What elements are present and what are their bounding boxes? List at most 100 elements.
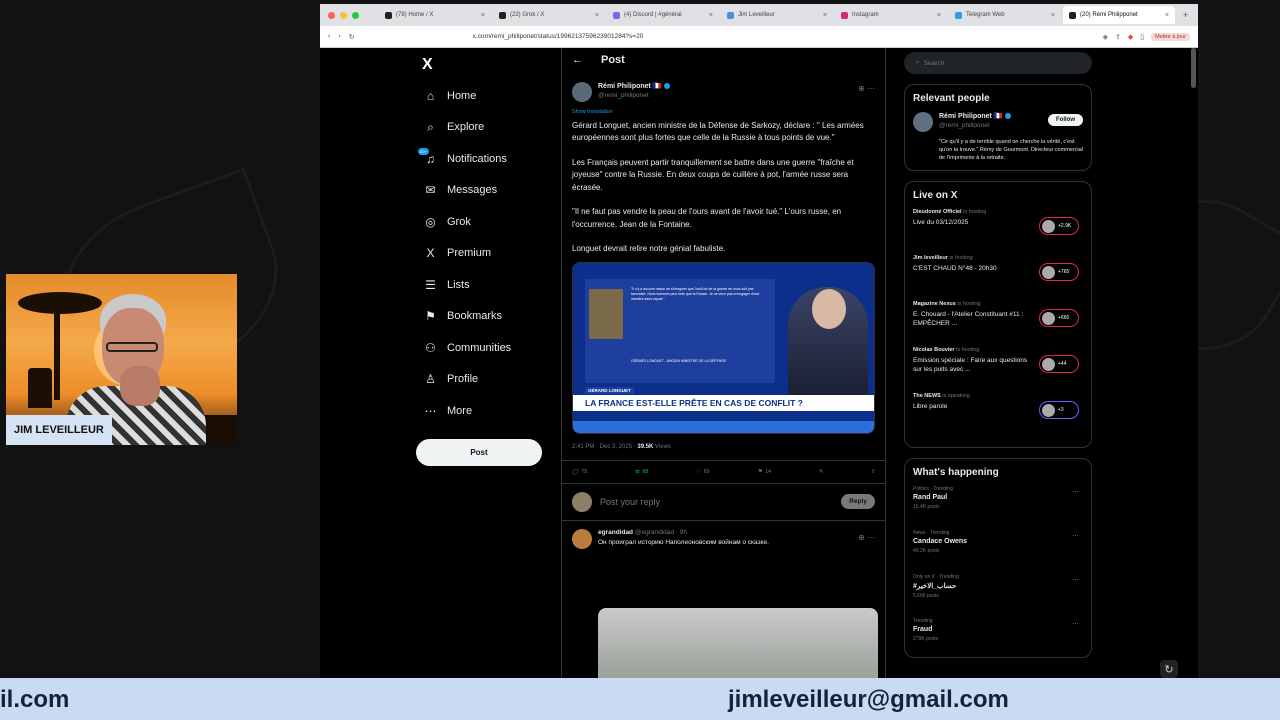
- brave-shield-icon[interactable]: ◆: [1128, 33, 1133, 41]
- speaker-tag: GÉRARD LONGUET: [585, 386, 634, 394]
- person-name[interactable]: Rémi Philiponet 🇫🇷: [939, 112, 1011, 120]
- sidebar-icon[interactable]: ▯: [1140, 33, 1144, 41]
- trend-item[interactable]: News · Trending Candace Owens 40.2K post…: [913, 530, 1083, 574]
- update-button[interactable]: Mettre à jour: [1151, 32, 1190, 41]
- search-input[interactable]: ⌕ Search: [904, 52, 1092, 74]
- extension-icon[interactable]: ◈: [1103, 33, 1108, 41]
- post-video[interactable]: "Il n'y a aucune raison de s'imaginer qu…: [572, 261, 875, 434]
- live-space-item[interactable]: The NEWS is speaking Libre parole +3: [913, 393, 1083, 439]
- grok-icon: ✎: [818, 468, 824, 475]
- close-tab-icon[interactable]: ×: [1051, 12, 1055, 19]
- x-logo[interactable]: X: [422, 56, 556, 74]
- card-title: Relevant people: [913, 93, 990, 104]
- live-space-item[interactable]: Magazine Nexus is hosting E. Chouard - l…: [913, 301, 1083, 347]
- close-tab-icon[interactable]: ×: [709, 12, 713, 19]
- browser-tab[interactable]: (4) Discord | #général ×: [607, 6, 719, 24]
- nav-item-premium[interactable]: X Premium: [416, 238, 556, 270]
- listener-avatar: [1042, 265, 1055, 279]
- more-options-icon[interactable]: ⋯: [1072, 488, 1079, 496]
- close-tab-icon[interactable]: ×: [1165, 12, 1169, 19]
- browser-tab[interactable]: (22) Grok / X ×: [493, 6, 605, 24]
- browser-tab[interactable]: (78) Home / X ×: [379, 6, 491, 24]
- more-options-icon[interactable]: ⊕ ⋯: [858, 84, 875, 93]
- window-controls[interactable]: [328, 11, 359, 19]
- avatar[interactable]: [572, 82, 592, 102]
- avatar[interactable]: [913, 112, 933, 132]
- grok-action[interactable]: ✎: [818, 469, 823, 475]
- show-translation-link[interactable]: Show translation: [572, 106, 875, 119]
- reply-button[interactable]: Reply: [841, 494, 875, 509]
- relevant-people-card: Relevant people Rémi Philiponet 🇫🇷 @remi…: [904, 84, 1092, 171]
- messages-icon: ✉: [425, 183, 436, 198]
- reply-action[interactable]: ◯ 75: [572, 469, 587, 475]
- browser-tab[interactable]: (20) Rémi Philipponet ×: [1063, 6, 1175, 24]
- lists-icon: ☰: [425, 277, 436, 292]
- share-icon[interactable]: ⇪: [1115, 33, 1121, 41]
- post-actions: ◯ 75 ⇆ 98 ♡ 69 ⚑ 14 ✎ ⇧: [562, 459, 885, 484]
- person-handle[interactable]: @remi_philiponet: [939, 122, 1011, 129]
- listener-pill[interactable]: +44: [1039, 355, 1079, 373]
- live-host: The NEWS: [913, 393, 941, 399]
- nav-item-lists[interactable]: ☰ Lists: [416, 269, 556, 301]
- reply-author[interactable]: egrandidad: [598, 529, 633, 536]
- reply-post[interactable]: egrandidad @egrandidad · 9h Он проиграл …: [562, 521, 885, 549]
- browser-tab[interactable]: Jim Leveilleur ×: [721, 6, 833, 24]
- live-space-item[interactable]: Dieudonné Officiel is hosting Live du 03…: [913, 209, 1083, 255]
- repost-action[interactable]: ⇆ 98: [635, 469, 649, 475]
- more-options-icon[interactable]: ⋯: [1072, 576, 1079, 584]
- forward-icon[interactable]: ›: [338, 33, 340, 40]
- browser-tab[interactable]: Instagram ×: [835, 6, 947, 24]
- close-tab-icon[interactable]: ×: [823, 12, 827, 19]
- trend-item[interactable]: Trending Fraud 279K posts ⋯: [913, 618, 1083, 657]
- nav-item-more[interactable]: ⋯ More: [416, 395, 556, 427]
- listener-pill[interactable]: +660: [1039, 309, 1079, 327]
- tab-favicon-icon: [499, 11, 506, 19]
- author-handle[interactable]: @remi_philiponet: [598, 92, 670, 99]
- reload-icon[interactable]: ↻: [349, 33, 355, 41]
- nav-item-notifications[interactable]: ♫ 20+ Notifications: [416, 143, 556, 175]
- new-tab-button[interactable]: +: [1183, 10, 1188, 20]
- follow-button[interactable]: Follow: [1048, 114, 1083, 126]
- avatar[interactable]: [572, 528, 592, 549]
- nav-item-profile[interactable]: ♙ Profile: [416, 364, 556, 396]
- scrollbar[interactable]: [1191, 48, 1196, 88]
- nav-item-messages[interactable]: ✉ Messages: [416, 175, 556, 207]
- back-icon[interactable]: ‹: [328, 33, 330, 40]
- reply-image[interactable]: [598, 608, 878, 678]
- trend-count: 279K posts: [913, 636, 939, 642]
- post-button[interactable]: Post: [416, 439, 542, 466]
- live-space-item[interactable]: Nicolas Bouvier is hosting Emission spéc…: [913, 347, 1083, 393]
- nav-item-home[interactable]: ⌂ Home: [416, 80, 556, 112]
- close-tab-icon[interactable]: ×: [937, 12, 941, 19]
- nav-item-grok[interactable]: ◎ Grok: [416, 206, 556, 238]
- nav-item-bookmarks[interactable]: ⚑ Bookmarks: [416, 301, 556, 333]
- url-field[interactable]: x.com/remi_philiponet/status/19962137596…: [473, 33, 644, 40]
- trend-item[interactable]: Politics · Trending Rand Paul 15.4K post…: [913, 486, 1083, 530]
- right-sidebar: ⌕ Search Relevant people Rémi Philiponet …: [904, 48, 1092, 668]
- post-body: Show translation Gérard Longuet, ancien …: [562, 102, 885, 256]
- more-options-icon[interactable]: ⊕ ⋯: [858, 533, 875, 542]
- browser-tab[interactable]: Telegram Web ×: [949, 6, 1061, 24]
- refresh-icon[interactable]: ↻: [1160, 660, 1178, 678]
- nav-label: Bookmarks: [447, 310, 503, 323]
- listener-pill[interactable]: +765: [1039, 263, 1079, 281]
- listener-pill[interactable]: +2.9K: [1039, 217, 1079, 235]
- post-paragraph: Longuet devrait relire notre génial fabu…: [572, 244, 726, 253]
- back-arrow-icon[interactable]: ←: [572, 54, 583, 66]
- trend-item[interactable]: Only on X · Trending #حساب_الاخير 5,666 …: [913, 574, 1083, 618]
- like-action[interactable]: ♡ 69: [696, 469, 710, 475]
- reply-text: Он проиграл историю Наполеоновским война…: [598, 538, 769, 546]
- close-tab-icon[interactable]: ×: [595, 12, 599, 19]
- reply-input[interactable]: Post your reply: [600, 497, 660, 507]
- more-options-icon[interactable]: ⋯: [1072, 532, 1079, 540]
- nav-item-communities[interactable]: ⚇ Communities: [416, 332, 556, 364]
- author-name[interactable]: Rémi Philiponet 🇫🇷: [598, 82, 670, 90]
- close-tab-icon[interactable]: ×: [481, 12, 485, 19]
- bookmark-action[interactable]: ⚑ 14: [757, 469, 771, 475]
- share-action[interactable]: ⇧: [870, 469, 875, 475]
- nav-item-explore[interactable]: ⌕ Explore: [416, 112, 556, 144]
- post-meta: 2:41 PM · Dec 3, 2025 · 39.5K Views: [572, 443, 671, 450]
- live-space-item[interactable]: Jim leveilleur is hosting C'EST CHAUD N°…: [913, 255, 1083, 301]
- listener-pill[interactable]: +3: [1039, 401, 1079, 419]
- more-options-icon[interactable]: ⋯: [1072, 620, 1079, 628]
